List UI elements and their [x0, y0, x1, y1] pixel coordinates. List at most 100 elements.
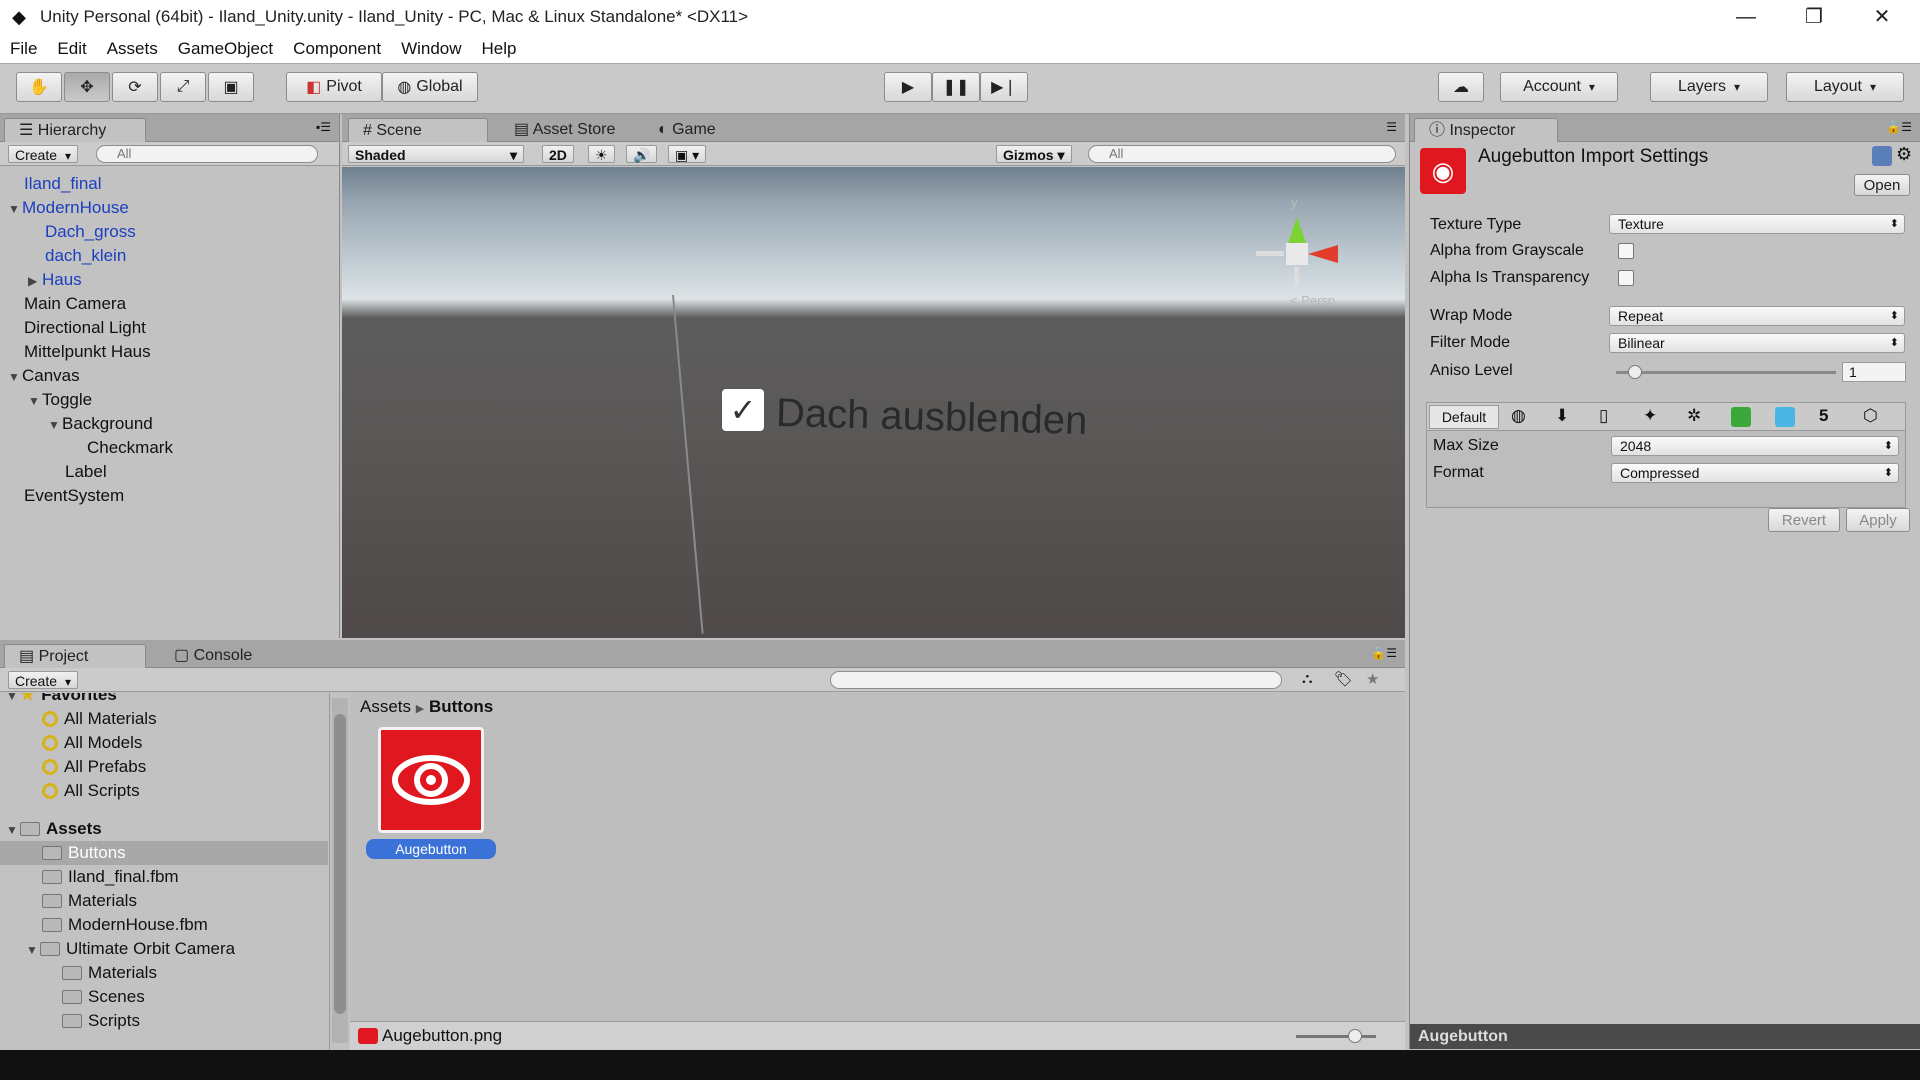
list-item[interactable]: Materials — [42, 889, 137, 913]
list-item[interactable]: Iland_final.fbm — [42, 865, 179, 889]
tree-item[interactable]: Dach_gross — [45, 220, 136, 244]
pivot-button[interactable]: ◧ Pivot — [286, 72, 382, 102]
platform-samsung-tv-icon[interactable] — [1731, 407, 1751, 427]
tree-item[interactable]: ▼ Toggle — [28, 388, 92, 412]
platform-webgl-icon[interactable]: ⬡ — [1863, 406, 1878, 426]
tree-item[interactable]: Iland_final — [24, 172, 102, 196]
breadcrumb-assets[interactable]: Assets — [360, 697, 411, 716]
list-item[interactable]: ▼ Ultimate Orbit Camera — [26, 937, 235, 961]
augebutton-label[interactable]: Augebutton — [366, 839, 496, 859]
max-size-dropdown[interactable]: 2048 — [1611, 436, 1899, 456]
apply-button[interactable]: Apply — [1846, 508, 1910, 532]
step-button[interactable]: ▶❘ — [980, 72, 1028, 102]
preview-header[interactable]: Augebutton — [1410, 1024, 1920, 1049]
aniso-slider-track[interactable] — [1616, 365, 1836, 379]
format-dropdown[interactable]: Compressed — [1611, 463, 1899, 483]
scene-viewport[interactable]: ✓ Dach ausblenden y < Persp — [342, 167, 1405, 638]
alpha-is-transparency-checkbox[interactable] — [1618, 270, 1634, 286]
scale-tool-icon[interactable]: ⤢ — [160, 72, 206, 102]
open-button[interactable]: Open — [1854, 174, 1910, 196]
shading-dropdown[interactable]: Shaded ▾ — [348, 145, 524, 163]
expand-arrow-icon[interactable]: ▼ — [6, 818, 20, 842]
favorite-star-icon[interactable]: ★ — [1366, 670, 1379, 688]
platform-html5-icon[interactable]: 5 — [1819, 406, 1828, 426]
tree-item[interactable]: ▶ Haus — [28, 268, 82, 292]
tree-item[interactable]: Label — [65, 460, 107, 484]
menu-help[interactable]: Help — [472, 39, 527, 59]
list-item[interactable]: All Materials — [42, 707, 157, 731]
expand-arrow-icon[interactable]: ▼ — [8, 197, 22, 221]
hand-tool-icon[interactable]: ✋ — [16, 72, 62, 102]
platform-default-tab[interactable]: Default — [1429, 405, 1499, 429]
pause-button[interactable]: ❚❚ — [932, 72, 980, 102]
tab-game[interactable]: ◐ Game — [644, 118, 730, 142]
cloud-icon[interactable]: ☁ — [1438, 72, 1484, 102]
menu-gameobject[interactable]: GameObject — [168, 39, 283, 59]
layout-dropdown[interactable]: Layout — [1786, 72, 1904, 102]
assets-header[interactable]: ▼ Assets — [6, 817, 102, 841]
minimize-button[interactable]: — — [1712, 0, 1780, 34]
toggle-label[interactable]: Dach ausblenden — [775, 391, 1087, 444]
project-search-input[interactable] — [830, 671, 1282, 689]
platform-web-icon[interactable]: ◍ — [1511, 406, 1526, 426]
hierarchy-search-input[interactable]: All — [96, 145, 318, 163]
help-book-icon[interactable] — [1872, 146, 1892, 166]
expand-arrow-icon[interactable]: ▼ — [26, 938, 40, 962]
platform-android-icon[interactable]: ✦ — [1643, 406, 1657, 426]
alpha-from-grayscale-checkbox[interactable] — [1618, 243, 1634, 259]
list-item[interactable]: All Scripts — [42, 779, 140, 803]
list-item[interactable]: Scenes — [62, 985, 145, 1009]
gizmo-y-axis-icon[interactable] — [1288, 217, 1306, 243]
tab-scene[interactable]: # Scene — [348, 118, 488, 142]
tree-item[interactable]: ▼ Background — [48, 412, 153, 436]
breadcrumb-buttons[interactable]: Buttons — [429, 697, 493, 716]
expand-arrow-icon[interactable]: ▼ — [6, 693, 20, 708]
tab-asset-store[interactable]: ▤ Asset Store — [500, 118, 629, 142]
icon-size-slider[interactable] — [1296, 1029, 1376, 1043]
tree-item[interactable]: ▼ Canvas — [8, 364, 80, 388]
menu-file[interactable]: File — [0, 39, 47, 59]
scene-gizmo[interactable]: y — [1242, 187, 1352, 287]
lighting-toggle-icon[interactable]: ☀ — [588, 145, 615, 163]
platform-tizen-icon[interactable]: ✲ — [1687, 406, 1701, 426]
expand-arrow-icon[interactable]: ▼ — [48, 413, 62, 437]
scrollbar-thumb[interactable] — [334, 714, 346, 1014]
list-item[interactable]: Scripts — [62, 1009, 140, 1033]
lock-icon[interactable]: 🔒☰ — [1886, 120, 1912, 134]
gizmo-z-axis-icon[interactable] — [1256, 251, 1284, 256]
hierarchy-create-button[interactable]: Create — [8, 145, 79, 163]
filter-by-label-icon[interactable]: 🏷 — [1334, 670, 1353, 688]
tree-item[interactable]: Directional Light — [24, 316, 146, 340]
tab-project[interactable]: ▤ Project — [4, 644, 146, 668]
rotate-tool-icon[interactable]: ⟳ — [112, 72, 158, 102]
tab-console[interactable]: ▢ Console — [160, 644, 266, 668]
list-item[interactable]: Materials — [62, 961, 157, 985]
tree-item[interactable]: Mittelpunkt Haus — [24, 340, 151, 364]
close-button[interactable]: ✕ — [1848, 0, 1916, 34]
augebutton-thumbnail[interactable] — [378, 727, 484, 833]
aniso-slider-thumb[interactable] — [1628, 365, 1643, 379]
aniso-level-input[interactable]: 1 — [1842, 362, 1906, 382]
list-item[interactable]: ModernHouse.fbm — [42, 913, 208, 937]
mode-2d-toggle[interactable]: 2D — [542, 145, 574, 163]
gizmos-dropdown[interactable]: Gizmos ▾ — [996, 145, 1072, 163]
tree-item[interactable]: Checkmark — [87, 436, 173, 460]
move-tool-icon[interactable]: ✥ — [64, 72, 110, 102]
texture-type-dropdown[interactable]: Texture — [1609, 214, 1905, 234]
play-button[interactable]: ▶ — [884, 72, 932, 102]
folder-tree-scrollbar[interactable] — [332, 698, 348, 1043]
tab-hierarchy[interactable]: ☰ Hierarchy — [4, 118, 146, 142]
global-button[interactable]: ◍ Global — [382, 72, 478, 102]
tree-item[interactable]: Main Camera — [24, 292, 126, 316]
tab-inspector[interactable]: ⓘ Inspector — [1414, 118, 1558, 142]
project-create-button[interactable]: Create — [8, 671, 79, 689]
platform-windows-store-icon[interactable] — [1775, 407, 1795, 427]
scene-search-input[interactable]: All — [1088, 145, 1396, 163]
gizmo-center-icon[interactable] — [1286, 243, 1308, 265]
gizmo-x-axis-icon[interactable] — [1308, 245, 1338, 263]
revert-button[interactable]: Revert — [1768, 508, 1840, 532]
panel-menu-icon[interactable]: ▪☰ — [316, 120, 331, 134]
expand-arrow-icon[interactable]: ▼ — [8, 365, 22, 389]
list-item-selected[interactable]: Buttons — [0, 841, 328, 865]
tree-item[interactable]: dach_klein — [45, 244, 126, 268]
